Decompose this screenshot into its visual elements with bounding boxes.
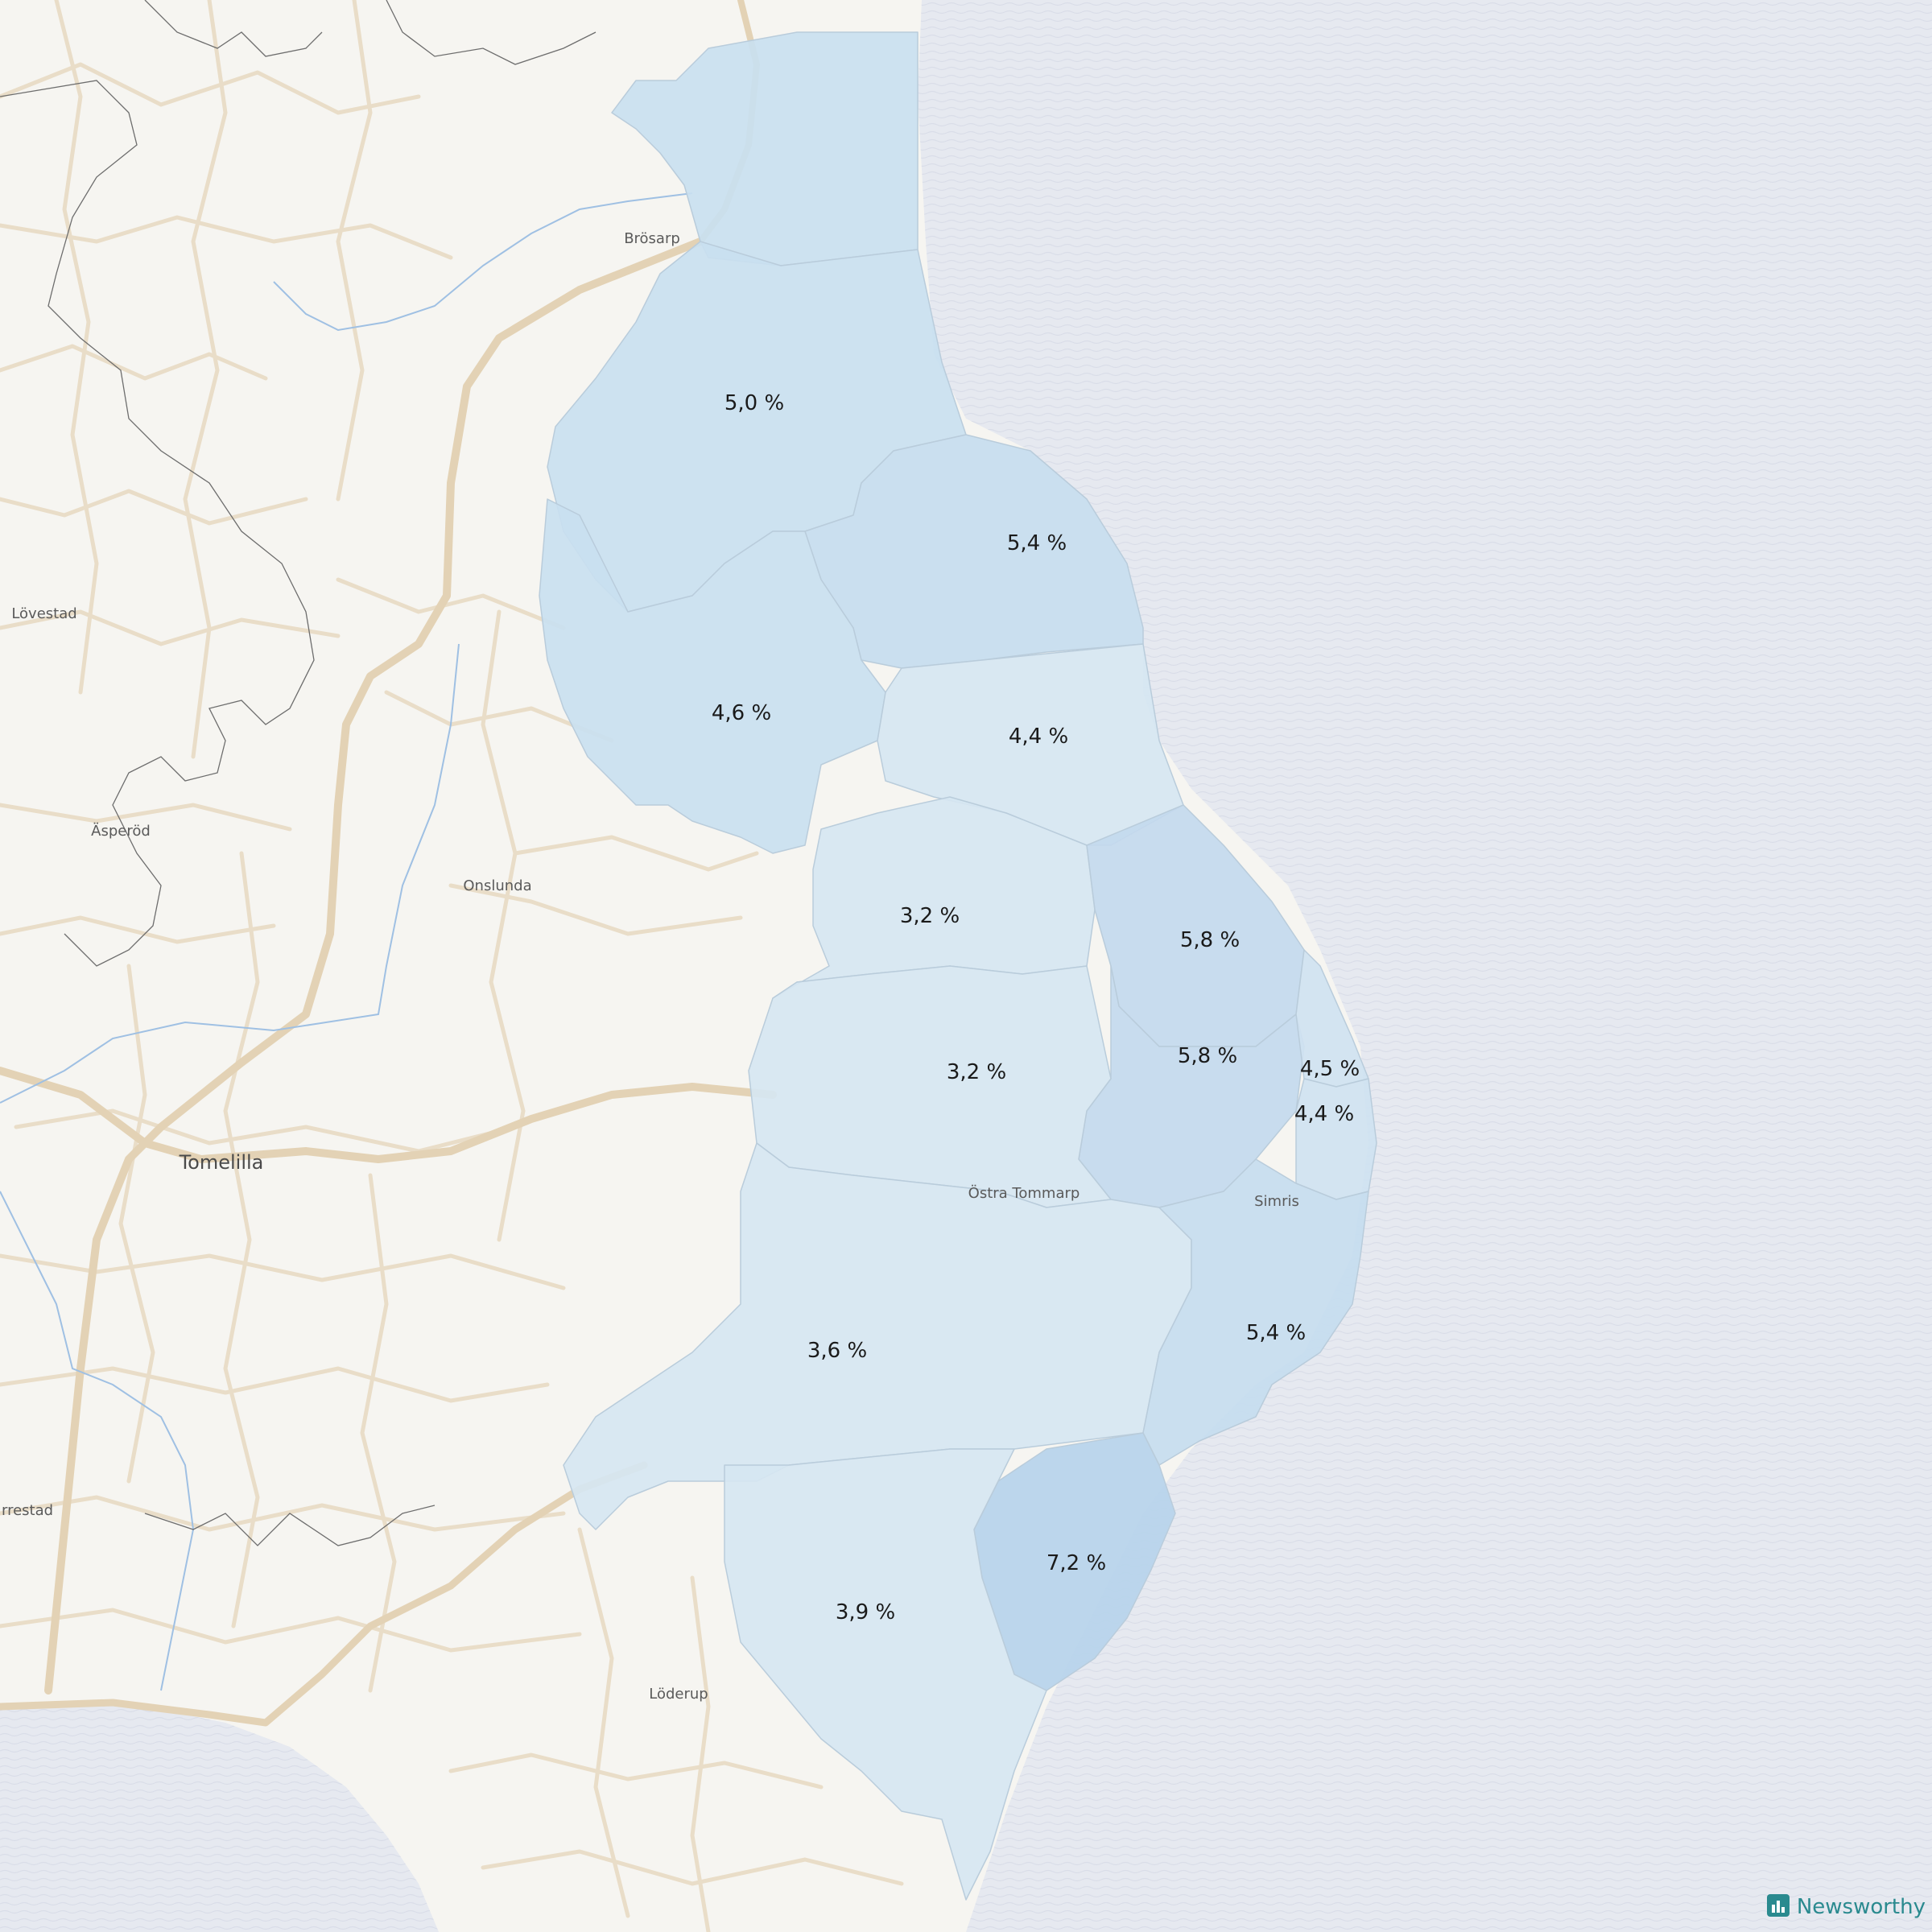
- region-label: 4,5 %: [1300, 1057, 1360, 1081]
- place-loderup: Löderup: [649, 1686, 708, 1703]
- bar-chart-icon: [1766, 1893, 1790, 1921]
- place-asperod: Äsperöd: [91, 823, 151, 840]
- place-lovestad: Lövestad: [11, 605, 76, 622]
- region-label: 5,4 %: [1007, 531, 1067, 555]
- region-4-4-south[interactable]: [1295, 1078, 1377, 1200]
- region-label: 3,6 %: [807, 1339, 867, 1363]
- region-label: 5,8 %: [1180, 928, 1240, 952]
- region-label: 4,4 %: [1009, 724, 1068, 749]
- place-tomelilla: Tomelilla: [179, 1151, 264, 1174]
- region-label: 4,4 %: [1294, 1102, 1354, 1126]
- place-onslunda: Onslunda: [463, 877, 531, 894]
- region-label: 3,9 %: [836, 1600, 895, 1624]
- brand-name: Newsworthy: [1796, 1895, 1926, 1919]
- region-label: 3,2 %: [947, 1060, 1006, 1084]
- place-rrestad: rrestad: [2, 1502, 53, 1519]
- region-label: 7,2 %: [1046, 1551, 1106, 1575]
- newsworthy-brand[interactable]: Newsworthy: [1766, 1893, 1926, 1921]
- region-label: 3,2 %: [900, 904, 960, 928]
- place-simris: Simris: [1254, 1193, 1299, 1210]
- map[interactable]: Brösarp Lövestad Äsperöd Onslunda Tomeli…: [0, 0, 1932, 1932]
- place-brosarp: Brösarp: [624, 230, 680, 247]
- place-ostra-tommarp: Östra Tommarp: [968, 1184, 1080, 1202]
- region-label: 5,4 %: [1246, 1321, 1306, 1345]
- region-label: 5,8 %: [1178, 1044, 1237, 1068]
- region-label: 5,0 %: [724, 391, 784, 415]
- region-label: 4,6 %: [712, 701, 771, 725]
